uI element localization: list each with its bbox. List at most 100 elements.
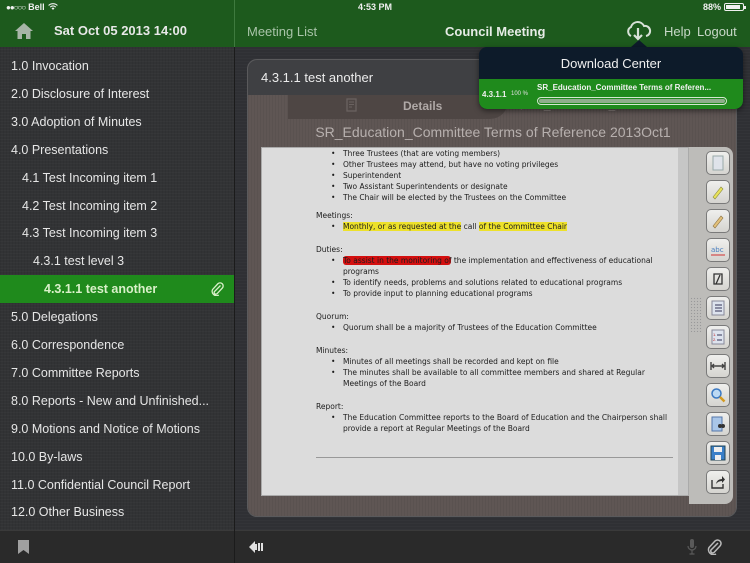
back-arrow-icon[interactable] bbox=[249, 541, 263, 553]
sidebar-item-label: 4.3 Test Incoming item 3 bbox=[22, 226, 158, 241]
bookmark-icon[interactable] bbox=[18, 540, 29, 554]
report-heading: Report: bbox=[316, 402, 344, 411]
list-item: Superintendent bbox=[316, 170, 566, 181]
minutes-section: Minutes: Minutes of all meetings shall b… bbox=[316, 345, 671, 389]
download-item[interactable]: 4.3.1.1 100 % SR_Education_Committee Ter… bbox=[479, 79, 743, 109]
download-percent: 100 % bbox=[511, 91, 529, 97]
red-highlight[interactable]: To assist in the monitoring of bbox=[343, 256, 452, 265]
download-file-name: SR_Education_Committee Terms of Referen.… bbox=[537, 83, 712, 92]
sidebar-item[interactable]: 4.3.1.1 test another bbox=[0, 275, 234, 304]
meeting-list-button[interactable]: Meeting List bbox=[247, 24, 317, 39]
yellow-highlight[interactable]: of the Committee Chair bbox=[478, 222, 567, 231]
svg-text:abc: abc bbox=[711, 246, 724, 254]
yellow-highlight[interactable]: Monthly, or as requested at the bbox=[343, 222, 462, 231]
status-bar: ●●○○○ Bell 4:53 PM 88% bbox=[0, 0, 750, 15]
sidebar-item[interactable]: 9.0 Motions and Notice of Motions bbox=[0, 415, 234, 443]
sidebar-item[interactable]: 3.0 Adoption of Minutes bbox=[0, 108, 234, 136]
home-icon[interactable] bbox=[14, 21, 34, 41]
sidebar-item-label: 11.0 Confidential Council Report bbox=[11, 477, 191, 492]
tab-details[interactable]: Details bbox=[288, 95, 508, 119]
toolbar-grip[interactable] bbox=[690, 297, 702, 332]
page-tool-button[interactable] bbox=[706, 151, 730, 175]
sidebar-item-label: 4.3.1 test level 3 bbox=[33, 254, 125, 269]
minutes-list: Minutes of all meetings shall be recorde… bbox=[316, 356, 671, 389]
logout-button[interactable]: Logout bbox=[697, 24, 737, 39]
sidebar-item[interactable]: 10.0 By-laws bbox=[0, 443, 234, 471]
sidebar-item[interactable]: 8.0 Reports - New and Unfinished... bbox=[0, 387, 234, 415]
download-item-number: 4.3.1.1 bbox=[482, 90, 507, 99]
meeting-date: Sat Oct 05 2013 14:00 bbox=[54, 23, 187, 38]
sidebar-item-label: 5.0 Delegations bbox=[11, 310, 98, 325]
spellcheck-abc-icon: abc bbox=[711, 246, 725, 256]
plain-text: call bbox=[461, 222, 479, 231]
list-item: The minutes shall be available to all co… bbox=[316, 367, 671, 389]
sidebar-item[interactable]: 7.0 Committee Reports bbox=[0, 359, 234, 387]
sidebar-item[interactable]: 4.3 Test Incoming item 3 bbox=[0, 219, 234, 247]
list-item: The Education Committee reports to the B… bbox=[316, 412, 671, 434]
battery-icon bbox=[724, 3, 746, 11]
search-tool-button[interactable] bbox=[706, 383, 730, 407]
sidebar-item-label: 7.0 Committee Reports bbox=[11, 365, 140, 380]
agenda-sidebar: 1.0 Invocation 2.0 Disclosure of Interest… bbox=[0, 47, 234, 530]
sidebar-item[interactable]: 6.0 Correspondence bbox=[0, 331, 234, 359]
sidebar-item[interactable]: 4.2 Test Incoming item 2 bbox=[0, 192, 234, 220]
sidebar-item-label: 4.1 Test Incoming item 1 bbox=[22, 170, 158, 185]
battery-percent: 88% bbox=[702, 2, 721, 12]
quorum-list: Quorum shall be a majority of Trustees o… bbox=[316, 322, 597, 333]
list-item: To provide input to planning educational… bbox=[316, 288, 671, 299]
clock: 4:53 PM bbox=[357, 2, 392, 12]
tab-area: Details ⌇ SR_Education_Committ... SR_Edu… bbox=[248, 95, 736, 516]
sidebar-item-label: 9.0 Motions and Notice of Motions bbox=[11, 421, 200, 436]
list-item: Two Assistant Superintendents or designa… bbox=[316, 181, 566, 192]
page-icon bbox=[712, 155, 724, 171]
eraser-tool-button[interactable] bbox=[706, 267, 730, 291]
pencil-tool-button[interactable] bbox=[706, 209, 730, 233]
sidebar-item-label: 3.0 Adoption of Minutes bbox=[11, 114, 142, 129]
membership-section: Three Trustees (that are voting members)… bbox=[316, 148, 566, 203]
sidebar-item[interactable]: 5.0 Delegations bbox=[0, 303, 234, 331]
document-title: SR_Education_Committee Terms of Referenc… bbox=[315, 124, 671, 140]
sidebar-item-label: 1.0 Invocation bbox=[11, 59, 89, 73]
sidebar-item[interactable]: 4.1 Test Incoming item 1 bbox=[0, 164, 234, 192]
list-item: Three Trustees (that are voting members) bbox=[316, 148, 566, 159]
bullet-list-icon bbox=[711, 300, 725, 316]
sidebar-item[interactable]: 1.0 Invocation bbox=[0, 52, 234, 80]
list-item: To identify needs, problems and solution… bbox=[316, 277, 671, 288]
page-title: Council Meeting bbox=[445, 24, 546, 39]
document-divider bbox=[316, 457, 673, 458]
document-scrollbar[interactable] bbox=[678, 148, 688, 495]
sidebar-item[interactable]: 12.0 Other Business bbox=[0, 498, 234, 526]
fit-width-tool-button[interactable] bbox=[706, 354, 730, 378]
numbered-list-tool-button[interactable]: 1. 2. bbox=[706, 325, 730, 349]
membership-list: Three Trustees (that are voting members)… bbox=[316, 148, 566, 203]
save-tool-button[interactable] bbox=[706, 441, 730, 465]
meetings-heading: Meetings: bbox=[316, 211, 353, 220]
paperclip-icon[interactable] bbox=[706, 539, 722, 555]
download-center-title: Download Center bbox=[560, 56, 662, 71]
bullet-list-tool-button[interactable] bbox=[706, 296, 730, 320]
battery-fill bbox=[726, 5, 741, 9]
meetings-section: Meetings: Monthly, or as requested at th… bbox=[316, 210, 567, 232]
duties-section: Duties: To assist in the monitoring of t… bbox=[316, 244, 671, 299]
sidebar-item[interactable]: 2.0 Disclosure of Interest bbox=[0, 80, 234, 108]
fit-width-icon bbox=[710, 362, 726, 370]
download-center-popover: Download Center 4.3.1.1 100 % SR_Educati… bbox=[479, 47, 743, 109]
highlighter-tool-button[interactable] bbox=[706, 180, 730, 204]
sidebar-item[interactable]: 4.3.1 test level 3 bbox=[0, 247, 234, 275]
eraser-icon bbox=[713, 273, 723, 285]
document-viewer[interactable]: Three Trustees (that are voting members)… bbox=[261, 147, 689, 496]
report-section: Report: The Education Committee reports … bbox=[316, 401, 671, 434]
sidebar-item-label: 4.2 Test Incoming item 2 bbox=[22, 198, 158, 213]
share-tool-button[interactable] bbox=[706, 470, 730, 494]
sidebar-item[interactable]: 4.0 Presentations bbox=[0, 136, 234, 164]
sidebar-item-label: 4.0 Presentations bbox=[11, 142, 109, 157]
microphone-icon[interactable] bbox=[687, 539, 697, 555]
sidebar-item[interactable]: 11.0 Confidential Council Report bbox=[0, 471, 234, 499]
svg-text:2.: 2. bbox=[713, 337, 716, 342]
find-in-document-tool-button[interactable] bbox=[706, 412, 730, 436]
share-icon bbox=[711, 476, 725, 489]
help-button[interactable]: Help bbox=[664, 24, 691, 39]
nav-divider bbox=[234, 0, 235, 47]
sidebar-item-label: 6.0 Correspondence bbox=[11, 338, 125, 352]
spellcheck-abc-tool-button[interactable]: abc bbox=[706, 238, 730, 262]
